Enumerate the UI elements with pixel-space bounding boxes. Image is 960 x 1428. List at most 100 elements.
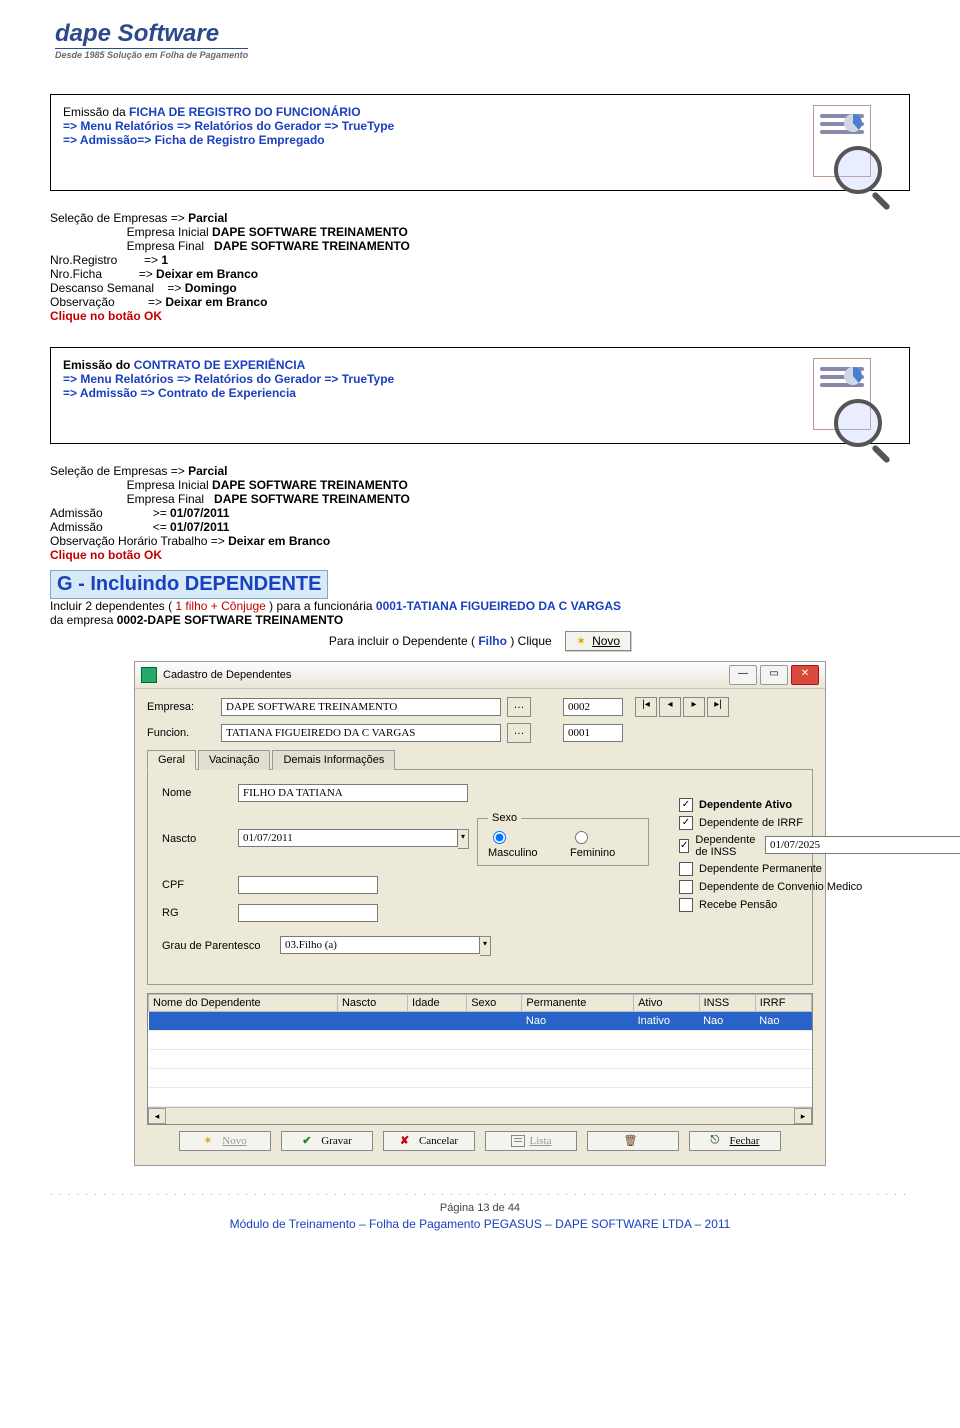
empresa-input[interactable]: [221, 698, 501, 716]
table-header[interactable]: Sexo: [467, 995, 522, 1012]
tab-vacinacao[interactable]: Vacinação: [198, 750, 271, 770]
funcion-input[interactable]: [221, 724, 501, 742]
text: => Menu Relatórios => Relatórios do Gera…: [63, 119, 787, 133]
checkbox[interactable]: [679, 816, 693, 830]
table-row[interactable]: [149, 1069, 812, 1088]
report-icon: [787, 358, 897, 433]
tab-geral[interactable]: Geral: [147, 750, 196, 770]
close-button[interactable]: ✕: [791, 665, 819, 685]
text: Emissão da: [63, 105, 129, 119]
checkbox-label: Dependente de Convenio Medico: [699, 881, 862, 893]
table-row[interactable]: [149, 1088, 812, 1107]
checkbox[interactable]: [679, 839, 689, 853]
checkbox[interactable]: [679, 862, 693, 876]
toolbar-fechar-button[interactable]: ⎋Fechar: [689, 1131, 781, 1151]
grau-input[interactable]: [280, 936, 480, 954]
table-header[interactable]: IRRF: [755, 995, 811, 1012]
table-cell: Inativo: [634, 1012, 699, 1031]
tab-demais[interactable]: Demais Informações: [272, 750, 395, 770]
toolbar-novo-button[interactable]: ✶Novo: [179, 1131, 271, 1151]
novo-button-inline[interactable]: ✶ Novo: [565, 631, 631, 651]
footer-module: Módulo de Treinamento – Folha de Pagamen…: [50, 1217, 910, 1231]
checkbox[interactable]: [679, 898, 693, 912]
label-ate: Até: [679, 784, 960, 796]
table-cell: [149, 1012, 338, 1031]
window-title: Cadastro de Dependentes: [163, 669, 291, 681]
rg-input[interactable]: [238, 904, 378, 922]
checkbox-label: Dependente de INSS: [695, 834, 759, 858]
nav-next-button[interactable]: ▸: [683, 697, 705, 717]
table-row[interactable]: [149, 1031, 812, 1050]
text: Clique no botão OK: [50, 309, 910, 323]
table-header[interactable]: Nascto: [337, 995, 407, 1012]
text: CONTRATO DE EXPERIÊNCIA: [134, 358, 306, 372]
checkbox-row[interactable]: Dependente de IRRF: [679, 816, 960, 830]
checkbox-row[interactable]: Dependente Permanente: [679, 862, 960, 876]
table-header[interactable]: Idade: [408, 995, 467, 1012]
radio-masculino-input[interactable]: [493, 831, 506, 844]
radio-feminino[interactable]: Feminino: [570, 828, 638, 859]
sexo-legend: Sexo: [488, 812, 521, 824]
app-icon: [141, 667, 157, 683]
checkbox-row[interactable]: Dependente de INSS▾: [679, 834, 960, 858]
page-number: Página 13 de 44: [50, 1202, 910, 1214]
radio-feminino-input[interactable]: [575, 831, 588, 844]
inss-ate-input[interactable]: [765, 836, 960, 854]
empresa-lookup-button[interactable]: …: [507, 697, 531, 717]
novo-label: Novo: [592, 634, 620, 648]
table-header[interactable]: INSS: [699, 995, 755, 1012]
horizontal-scrollbar[interactable]: ◂▸: [148, 1107, 812, 1124]
checkbox-row[interactable]: Dependente Ativo: [679, 798, 960, 812]
text: Nro.Ficha =>: [50, 267, 156, 281]
text: 0002-DAPE SOFTWARE TREINAMENTO: [117, 613, 343, 627]
door-icon: ⎋: [711, 1134, 725, 1148]
text: Clique no botão OK: [50, 548, 910, 562]
section-title-g: G - Incluindo DEPENDENTE: [50, 570, 328, 599]
toolbar-lista-button[interactable]: Lista: [485, 1131, 577, 1151]
text: DAPE SOFTWARE TREINAMENTO: [212, 225, 408, 239]
minimize-button[interactable]: —: [729, 665, 757, 685]
checkbox[interactable]: [679, 880, 693, 894]
trash-icon: 🗑: [624, 1134, 638, 1148]
table-row-selected[interactable]: NaoInativoNaoNao: [149, 1012, 812, 1031]
logo: dape Software Desde 1985 Solução em Folh…: [50, 10, 910, 70]
text: Descanso Semanal =>: [50, 281, 185, 295]
text: Deixar em Branco: [165, 295, 267, 309]
toolbar-excluir-button[interactable]: 🗑: [587, 1131, 679, 1151]
nav-first-button[interactable]: |◂: [635, 697, 657, 717]
nascto-input[interactable]: [238, 829, 458, 847]
empresa-code-input[interactable]: [563, 698, 623, 716]
checkbox[interactable]: [679, 798, 693, 812]
label-cpf: CPF: [162, 879, 230, 891]
label-grau: Grau de Parentesco: [162, 940, 272, 952]
text: Emissão do: [63, 358, 134, 372]
table-header[interactable]: Permanente: [522, 995, 634, 1012]
table-cell: Nao: [522, 1012, 634, 1031]
checkbox-row[interactable]: Recebe Pensão: [679, 898, 960, 912]
radio-masculino[interactable]: Masculino: [488, 828, 556, 859]
toolbar-gravar-button[interactable]: ✔Gravar: [281, 1131, 373, 1151]
checkbox-row[interactable]: Dependente de Convenio Medico: [679, 880, 960, 894]
funcion-lookup-button[interactable]: …: [507, 723, 531, 743]
label-empresa: Empresa:: [147, 701, 215, 713]
cpf-input[interactable]: [238, 876, 378, 894]
checkbox-label: Recebe Pensão: [699, 899, 777, 911]
text: Admissão >=: [50, 506, 170, 520]
grau-dropdown-button[interactable]: ▾: [480, 936, 491, 956]
table-row[interactable]: [149, 1050, 812, 1069]
nav-prev-button[interactable]: ◂: [659, 697, 681, 717]
toolbar-cancelar-button[interactable]: ✘Cancelar: [383, 1131, 475, 1151]
nome-input[interactable]: [238, 784, 468, 802]
funcion-code-input[interactable]: [563, 724, 623, 742]
text: 01/07/2011: [170, 506, 229, 520]
text: 01/07/2011: [170, 520, 229, 534]
nav-last-button[interactable]: ▸|: [707, 697, 729, 717]
text: Deixar em Branco: [156, 267, 258, 281]
table-header[interactable]: Nome do Dependente: [149, 995, 338, 1012]
table-cell: Nao: [755, 1012, 811, 1031]
text: Filho: [478, 634, 507, 648]
text: ) Clique: [510, 634, 551, 648]
date-dropdown-button[interactable]: ▾: [458, 829, 469, 849]
table-header[interactable]: Ativo: [634, 995, 699, 1012]
maximize-button[interactable]: ▭: [760, 665, 788, 685]
